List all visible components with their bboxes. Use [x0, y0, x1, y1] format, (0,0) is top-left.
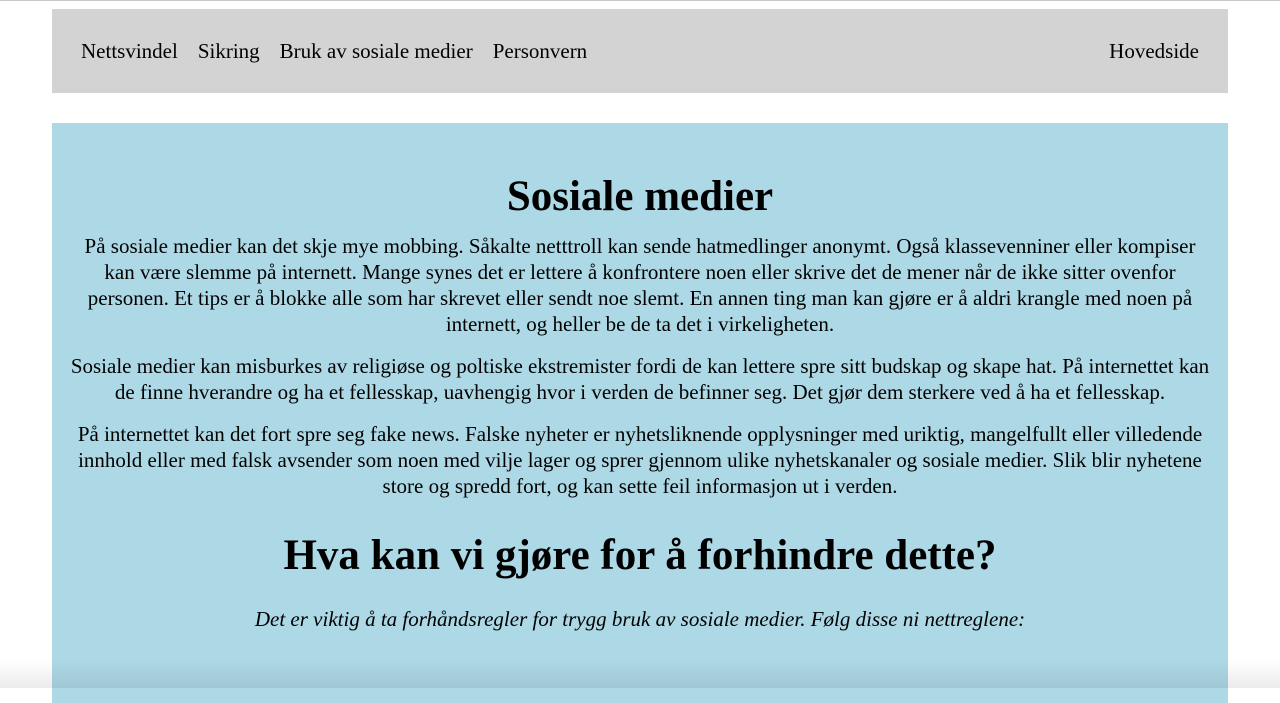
navigation-bar: Nettsvindel Sikring Bruk av sosiale medi… — [52, 9, 1228, 93]
nav-link-personvern[interactable]: Personvern — [493, 39, 587, 64]
nav-links: Nettsvindel Sikring Bruk av sosiale medi… — [81, 9, 607, 93]
nav-home: Hovedside — [1109, 9, 1199, 93]
paragraph-fake-news: På internettet kan det fort spre seg fak… — [77, 422, 1203, 498]
paragraph-ekstremister: Sosiale medier kan misburkes av religiøs… — [70, 354, 1210, 404]
nav-link-bruk-av-sosiale-medier[interactable]: Bruk av sosiale medier — [280, 39, 473, 64]
main-content: Sosiale medier På sosiale medier kan det… — [52, 123, 1228, 703]
nav-link-sikring[interactable]: Sikring — [198, 39, 260, 64]
top-divider — [0, 0, 1280, 1]
nav-link-hovedside[interactable]: Hovedside — [1109, 39, 1199, 64]
rules-intro: Det er viktig å ta forhåndsregler for tr… — [254, 607, 1026, 631]
nav-link-nettsvindel[interactable]: Nettsvindel — [81, 39, 178, 64]
page-title: Sosiale medier — [506, 173, 774, 220]
paragraph-mobbing: På sosiale medier kan det skje mye mobbi… — [84, 234, 1196, 336]
section-title: Hva kan vi gjøre for å forhindre dette? — [283, 532, 997, 579]
